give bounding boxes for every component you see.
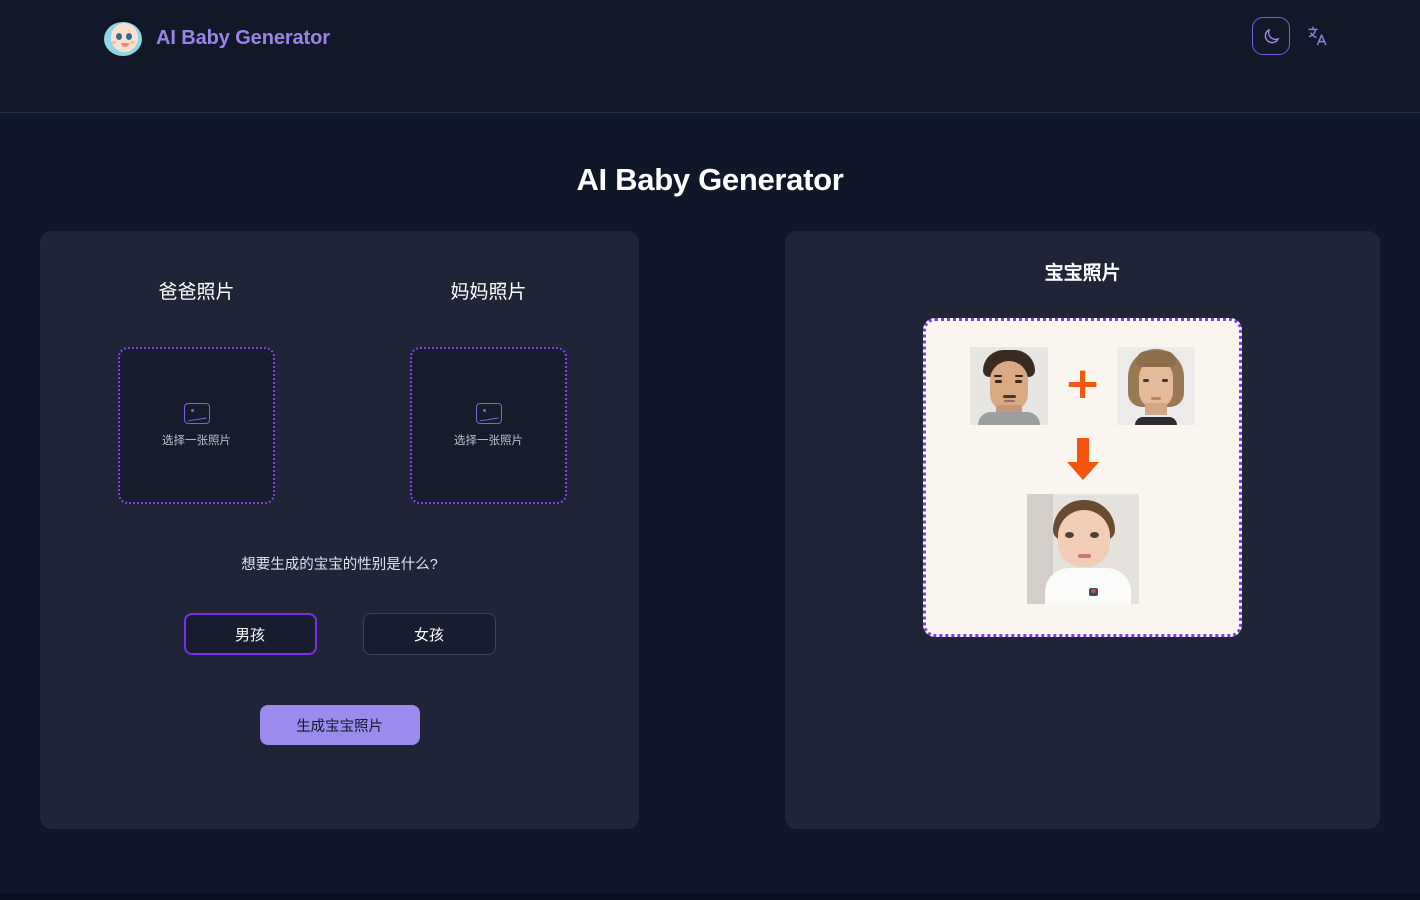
image-placeholder-icon [475,403,502,424]
gender-option-girl[interactable]: 女孩 [362,613,496,655]
father-label: 爸爸照片 [158,282,235,303]
father-upload-group: 爸爸照片 选择一张照片 [118,277,275,504]
mother-dropzone[interactable]: 选择一张照片 [410,347,567,504]
main-content: 爸爸照片 选择一张照片 妈妈照片 选择一张照片 想要生成的宝宝的性别是什么? 男… [0,231,1420,829]
moon-icon [1264,28,1279,43]
generate-button[interactable]: 生成宝宝照片 [259,705,420,745]
arrow-wrap [1062,436,1104,484]
language-toggle-button[interactable] [1302,20,1334,52]
translate-icon [1308,26,1327,46]
bottom-strip [0,893,1420,900]
page-title: AI Baby Generator [576,162,844,197]
app-header: AI Baby Generator [0,0,1420,113]
mother-example-photo [1117,347,1195,425]
header-actions [1252,17,1334,55]
gender-option-boy[interactable]: 男孩 [183,613,317,655]
mother-dropzone-text: 选择一张照片 [454,435,523,447]
down-arrow-icon [1066,438,1099,480]
plus-icon: + [1064,358,1101,409]
preview-card: + [923,318,1243,637]
theme-toggle-button[interactable] [1252,17,1290,55]
mother-label: 妈妈照片 [450,282,527,303]
parents-example-row: + [970,347,1195,425]
input-panel: 爸爸照片 选择一张照片 妈妈照片 选择一张照片 想要生成的宝宝的性别是什么? 男… [40,231,640,829]
father-dropzone[interactable]: 选择一张照片 [118,347,275,504]
mother-upload-group: 妈妈照片 选择一张照片 [410,277,567,504]
father-dropzone-text: 选择一张照片 [162,435,231,447]
baby-example-photo [1026,494,1139,604]
preview-panel: 宝宝照片 + [785,231,1380,829]
brand: AI Baby Generator [103,16,330,60]
gender-options: 男孩 女孩 [80,613,599,655]
brand-title: AI Baby Generator [156,26,330,49]
gender-question: 想要生成的宝宝的性别是什么? [241,557,438,573]
image-placeholder-icon [183,403,210,424]
baby-face-icon [103,18,143,58]
preview-title: 宝宝照片 [1044,263,1121,284]
father-example-photo [970,347,1049,425]
upload-row: 爸爸照片 选择一张照片 妈妈照片 选择一张照片 [80,277,599,504]
